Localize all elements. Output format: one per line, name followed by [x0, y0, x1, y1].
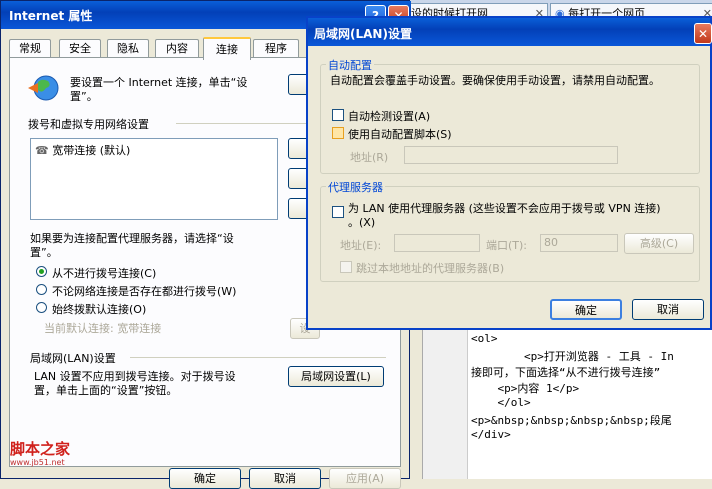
lan-settings-dialog: 局域网(LAN)设置 ✕ 自动配置 自动配置会覆盖手动设置。要确保使用手动设置，…: [306, 16, 712, 330]
radio-always-dial-label[interactable]: 始终拨默认连接(O): [52, 301, 146, 317]
proxy-text: 置”。: [30, 246, 58, 259]
internet-globe-icon: [28, 75, 59, 101]
radio-never-dial[interactable]: [36, 266, 47, 277]
use-proxy-label[interactable]: 。(X): [348, 214, 375, 230]
tab-privacy[interactable]: 隐私: [107, 39, 149, 58]
cancel-button[interactable]: 取消: [632, 299, 704, 320]
proxy-address-label: 地址(E):: [340, 239, 382, 252]
watermark-url: www.jb51.net: [10, 458, 65, 467]
list-item[interactable]: ☎ 宽带连接 (默认): [35, 142, 130, 158]
script-address-input[interactable]: [404, 146, 618, 164]
radio-always-dial[interactable]: [36, 302, 47, 313]
code-line: </ol>: [471, 396, 531, 409]
code-line: <p>打开浏览器 - 工具 - In: [471, 350, 674, 363]
watermark-logo: 脚本之家: [10, 440, 71, 458]
bypass-local-checkbox[interactable]: [340, 261, 352, 273]
ok-button[interactable]: 确定: [550, 299, 622, 320]
tab-general[interactable]: 常规: [9, 39, 51, 58]
auto-detect-checkbox[interactable]: [332, 109, 344, 121]
modem-icon: ☎: [35, 144, 49, 157]
divider: [130, 357, 386, 358]
radio-never-dial-label[interactable]: 从不进行拨号连接(C): [52, 265, 156, 281]
radio-dial-no-network-label[interactable]: 不论网络连接是否存在都进行拨号(W): [52, 283, 236, 299]
auto-detect-label[interactable]: 自动检测设置(A): [348, 108, 430, 124]
use-proxy-checkbox[interactable]: [332, 206, 344, 218]
dialup-heading: 拨号和虚拟专用网络设置: [28, 118, 149, 131]
close-button[interactable]: ✕: [694, 23, 712, 44]
proxy-legend: 代理服务器: [326, 179, 385, 195]
setup-text: 置”。: [70, 90, 98, 103]
radio-dial-no-network[interactable]: [36, 284, 47, 295]
auto-script-label[interactable]: 使用自动配置脚本(S): [348, 126, 452, 142]
lan-settings-button[interactable]: 局域网设置(L): [288, 366, 384, 387]
tab-programs[interactable]: 程序: [253, 39, 299, 58]
port-label: 端口(T):: [486, 239, 528, 252]
tab-connections[interactable]: 连接: [203, 37, 251, 60]
advanced-button[interactable]: 高级(C): [624, 233, 694, 254]
code-line: </div>: [471, 428, 511, 441]
dialog-title: 局域网(LAN)设置: [314, 27, 412, 41]
tab-content[interactable]: 内容: [155, 39, 199, 58]
lan-text: 置，单击上面的“设置”按钮。: [34, 384, 178, 397]
code-line: <p>&nbsp;&nbsp;&nbsp;&nbsp;段尾: [471, 414, 672, 427]
current-default-connection: 当前默认连接: 宽带连接: [44, 322, 162, 335]
auto-script-checkbox[interactable]: [332, 127, 344, 139]
connection-name: 宽带连接 (默认): [52, 144, 131, 157]
proxy-address-input[interactable]: [394, 234, 480, 252]
code-line: <p>内容 1</p>: [471, 382, 580, 395]
code-line: <ol>: [471, 332, 498, 345]
auto-config-legend: 自动配置: [326, 57, 374, 73]
code-line: 接即可，下面选择“从不进行拨号连接”: [471, 366, 661, 379]
auto-config-description: 自动配置会覆盖手动设置。要确保使用手动设置，请禁用自动配置。: [330, 74, 660, 87]
script-address-label: 地址(R): [350, 151, 389, 164]
connections-list[interactable]: ☎ 宽带连接 (默认): [30, 138, 278, 220]
window-title: Internet 属性: [9, 9, 93, 23]
dialog-titlebar[interactable]: 局域网(LAN)设置 ✕: [308, 18, 712, 46]
use-proxy-label[interactable]: 为 LAN 使用代理服务器 (这些设置不会应用于拨号或 VPN 连接): [348, 200, 661, 216]
divider: [176, 123, 306, 124]
port-input[interactable]: 80: [540, 234, 618, 252]
lan-heading: 局域网(LAN)设置: [30, 352, 116, 365]
proxy-text: 如果要为连接配置代理服务器，请选择“设: [30, 232, 234, 245]
bypass-local-label[interactable]: 跳过本地地址的代理服务器(B): [356, 260, 504, 276]
tab-security[interactable]: 安全: [59, 39, 101, 58]
